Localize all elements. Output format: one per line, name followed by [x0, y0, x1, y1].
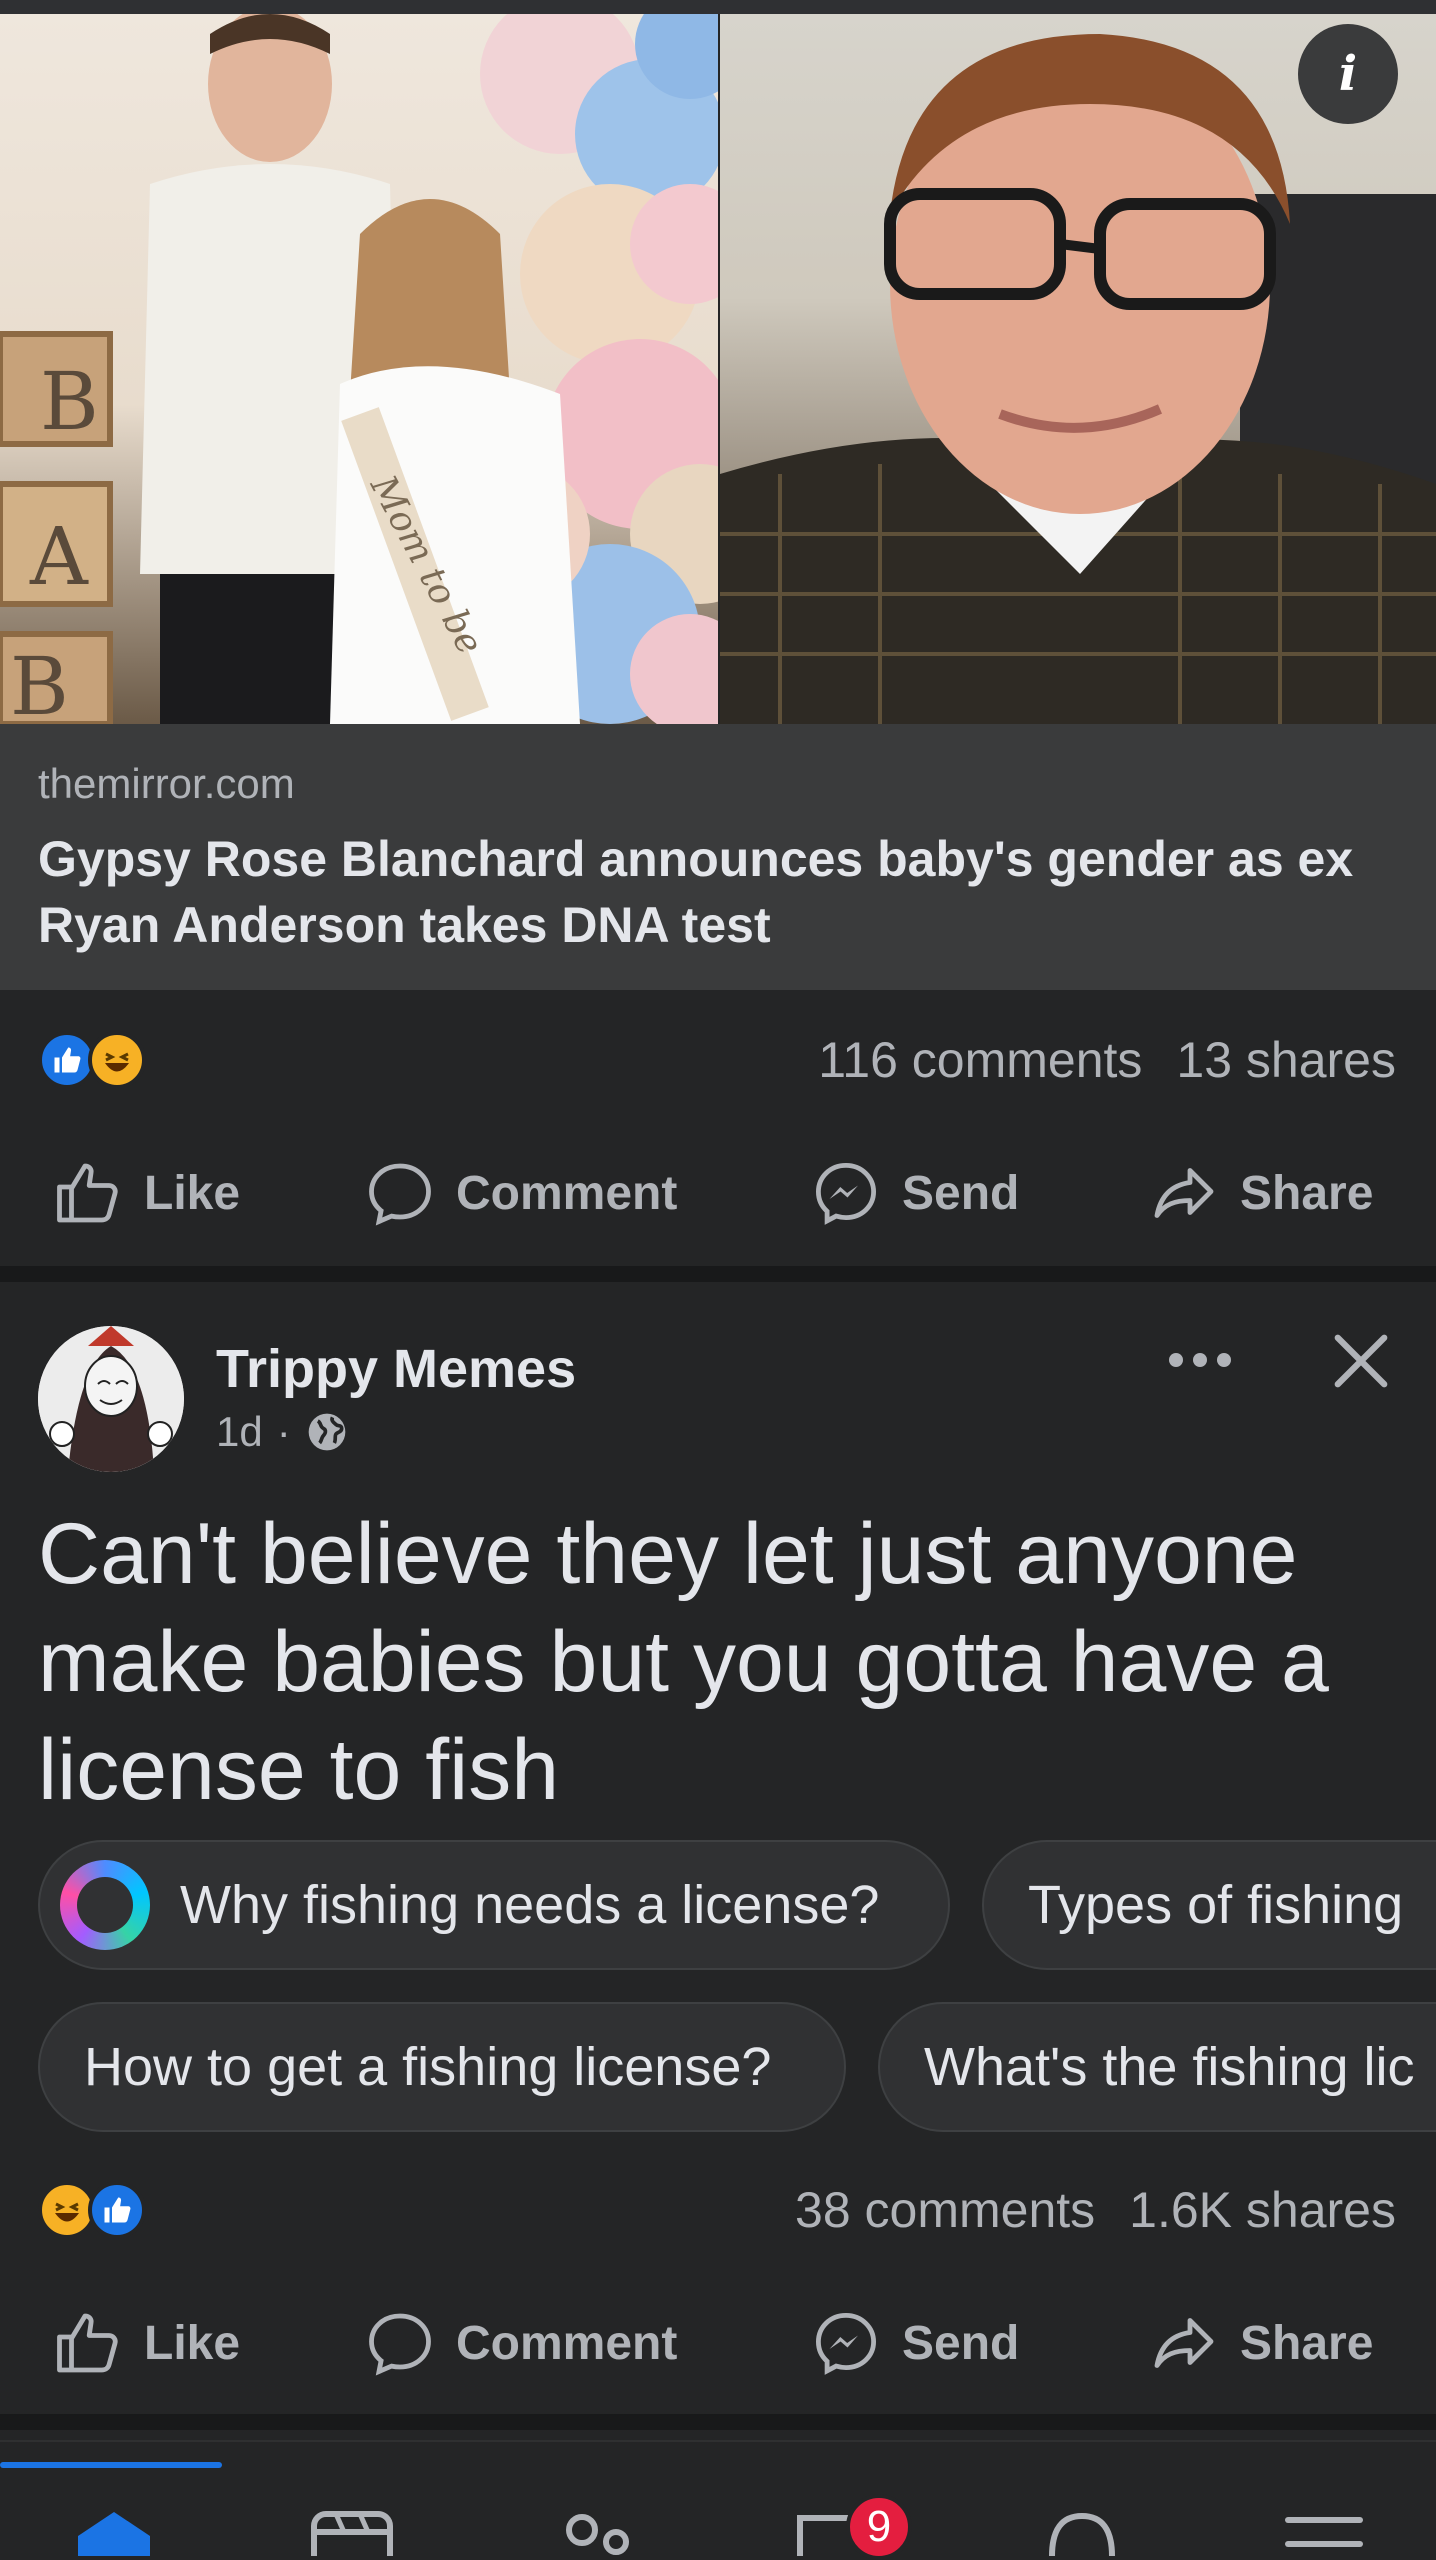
page-avatar[interactable]	[38, 1326, 184, 1472]
notification-badge: 9	[846, 2494, 912, 2560]
post-time[interactable]: 1d	[216, 1408, 263, 1456]
haha-reaction-icon	[88, 1031, 146, 1089]
messenger-icon	[815, 2312, 877, 2375]
notifications-icon[interactable]	[1040, 2510, 1124, 2556]
photo-couple-illustration: B A B Mom to be	[0, 14, 718, 724]
shares-count[interactable]: 13 shares	[1176, 1031, 1396, 1089]
like-button[interactable]: Like	[52, 2307, 240, 2379]
suggestion-chip-4[interactable]: What's the fishing lic	[878, 2002, 1436, 2132]
more-dot-icon	[1169, 1353, 1183, 1367]
info-button[interactable]: i	[1298, 24, 1398, 124]
link-domain: themirror.com	[38, 760, 295, 807]
suggestion-chip-3[interactable]: How to get a fishing license?	[38, 2002, 846, 2132]
page-name[interactable]: Trippy Memes	[216, 1338, 576, 1400]
close-icon[interactable]	[1330, 1330, 1392, 1392]
like-button[interactable]: Like	[52, 1157, 240, 1229]
send-button[interactable]: Send	[810, 1157, 1019, 1229]
comment-label: Comment	[456, 1166, 678, 1220]
photo-couple[interactable]: B A B Mom to be	[0, 14, 718, 724]
send-label: Send	[902, 1166, 1020, 1220]
video-icon[interactable]	[310, 2510, 394, 2556]
post2-stats: 38 comments 1.6K shares	[0, 2170, 1436, 2250]
more-dot-icon	[1217, 1353, 1231, 1367]
suggestion-chip-label: Why fishing needs a license?	[180, 1875, 880, 1935]
link-preview-images[interactable]: B A B Mom to be i	[0, 14, 1436, 724]
active-tab-indicator	[0, 2462, 222, 2468]
suggestion-chip-label: How to get a fishing license?	[84, 2037, 772, 2097]
reaction-summary[interactable]	[38, 1031, 146, 1089]
avatar-illustration	[38, 1326, 184, 1472]
comments-count[interactable]: 116 comments	[818, 1031, 1142, 1089]
comments-count[interactable]: 38 comments	[795, 2181, 1095, 2239]
share-icon	[1154, 2318, 1214, 2368]
comment-icon	[369, 1163, 431, 1226]
reaction-summary[interactable]	[38, 2181, 146, 2239]
home-icon[interactable]	[72, 2510, 156, 2556]
friends-icon[interactable]	[556, 2510, 640, 2556]
like-label: Like	[144, 2316, 241, 2370]
suggestion-chip-1[interactable]: Why fishing needs a license?	[38, 1840, 950, 1970]
menu-icon[interactable]	[1282, 2510, 1366, 2556]
suggestion-chip-2[interactable]: Types of fishing	[982, 1840, 1436, 1970]
link-preview-card[interactable]: themirror.com Gypsy Rose Blanchard annou…	[0, 724, 1436, 990]
comment-button[interactable]: Comment	[364, 1157, 677, 1229]
post1-actions: Like Comment Send Share	[0, 1138, 1436, 1248]
link-title[interactable]: Gypsy Rose Blanchard announces baby's ge…	[38, 826, 1398, 958]
suggestion-chip-label: What's the fishing lic	[924, 2037, 1415, 2097]
more-options-button[interactable]	[1160, 1330, 1240, 1390]
info-icon: i	[1338, 46, 1358, 102]
post2-actions: Like Comment Send Share	[0, 2288, 1436, 2398]
photo-man-illustration	[720, 34, 1436, 724]
share-label: Share	[1240, 2316, 1374, 2370]
like-reaction-icon	[88, 2181, 146, 2239]
share-label: Share	[1240, 1166, 1374, 1220]
meta-ai-icon	[60, 1860, 150, 1950]
block-letter-1: B	[40, 355, 99, 448]
send-label: Send	[902, 2316, 1020, 2370]
post-divider	[0, 2414, 1436, 2430]
post-meta: 1d ·	[216, 1408, 349, 1456]
more-dot-icon	[1193, 1353, 1207, 1367]
status-strip	[0, 0, 1436, 14]
comment-button[interactable]: Comment	[364, 2307, 677, 2379]
meta-separator: ·	[276, 1408, 291, 1455]
like-icon	[57, 2313, 118, 2373]
block-letter-2: A	[29, 510, 89, 603]
comment-label: Comment	[456, 2316, 678, 2370]
like-label: Like	[144, 1166, 241, 1220]
bottom-navigation	[0, 2440, 1436, 2556]
send-button[interactable]: Send	[810, 2307, 1019, 2379]
globe-icon	[308, 1413, 346, 1451]
share-button[interactable]: Share	[1148, 2307, 1373, 2379]
block-letter-3: B	[10, 640, 69, 724]
post-divider	[0, 1266, 1436, 1282]
share-button[interactable]: Share	[1148, 1157, 1373, 1229]
like-icon	[57, 1163, 118, 1223]
comment-icon	[369, 2313, 431, 2376]
shares-count[interactable]: 1.6K shares	[1129, 2181, 1396, 2239]
suggestion-chip-label: Types of fishing	[1028, 1875, 1404, 1935]
messenger-icon	[815, 1162, 877, 1225]
post1-stats: 116 comments 13 shares	[0, 1020, 1436, 1100]
photo-man-glasses[interactable]: i	[720, 14, 1436, 724]
share-icon	[1154, 1168, 1214, 1218]
post-text: Can't believe they let just anyone make …	[38, 1506, 1329, 1818]
